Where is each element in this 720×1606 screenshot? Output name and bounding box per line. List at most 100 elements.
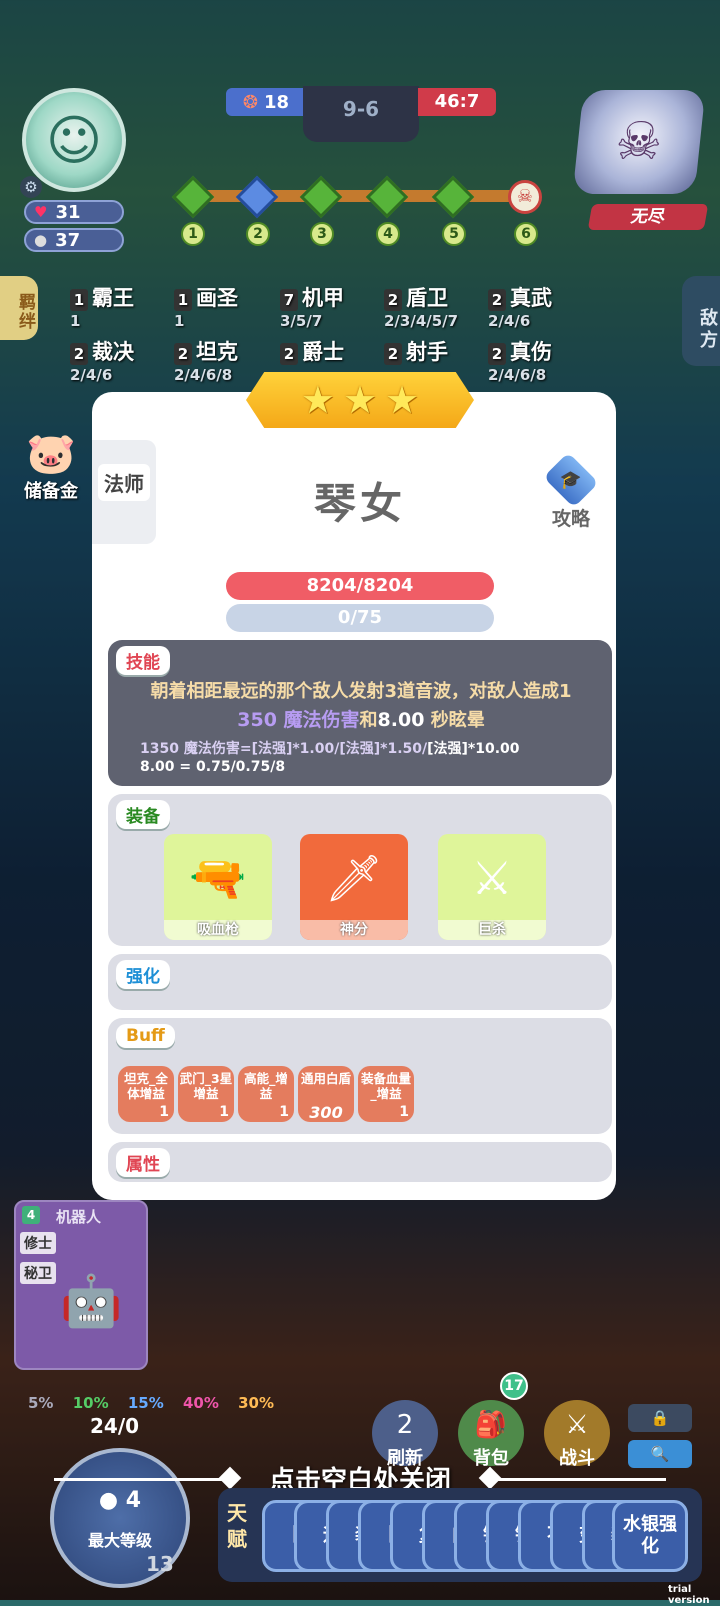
synergy-count: 2 [174, 343, 192, 365]
trial-watermark: trial version [668, 1584, 710, 1606]
crossed-swords-icon: ⚔ [565, 1410, 589, 1440]
settings-gear-icon[interactable]: ⚙ [20, 176, 42, 198]
synergy-name: 坦克 [196, 340, 238, 364]
enhance-title: 强化 [116, 960, 170, 989]
equipment-title: 装备 [116, 800, 170, 829]
synergy-item[interactable]: 7 机甲 3/5/7 [280, 282, 344, 330]
synergy-count: 2 [384, 343, 402, 365]
buff-chip[interactable]: 坦克_全体增益 1 [118, 1066, 174, 1122]
synergy-item[interactable]: 2 爵士 [280, 336, 344, 366]
synergy-item[interactable]: 2 射手 [384, 336, 448, 366]
synergy-item[interactable]: 2 真武 2/4/6 [488, 282, 552, 330]
piggy-bank-button[interactable]: 🐷 储备金 [16, 430, 86, 502]
buff-chip[interactable]: 武门_3星增益 1 [178, 1066, 234, 1122]
player-gold-value: 37 [55, 229, 81, 251]
refresh-icon: 2 [372, 1400, 438, 1450]
synergy-tab[interactable]: 羁绊 [0, 276, 38, 340]
synergy-item[interactable]: 2 盾卫 2/3/4/5/7 [384, 282, 458, 330]
left-score-value: 18 [264, 91, 290, 113]
buff-name: 高能_增益 [244, 1071, 288, 1101]
synergy-count: 2 [280, 343, 298, 365]
synergy-count: 2 [488, 343, 506, 365]
bench-unit-card[interactable]: 4 机器人 修士 秘卫 🤖 [14, 1200, 148, 1370]
refresh-button[interactable]: 2 刷新 [372, 1400, 438, 1469]
synergy-item[interactable]: 2 裁决 2/4/6 [70, 336, 134, 384]
synergy-count: 2 [384, 289, 402, 311]
player-level: 13 [146, 1552, 174, 1576]
player-avatar[interactable]: ☺ [22, 88, 126, 192]
buff-chip[interactable]: 高能_增益 1 [238, 1066, 294, 1122]
buff-chip[interactable]: 通用白盾 300 [298, 1066, 354, 1122]
buff-chip[interactable]: 装备血量_增益 1 [358, 1066, 414, 1122]
attributes-title: 属性 [116, 1148, 170, 1177]
synergy-count: 1 [174, 289, 192, 311]
left-score: ❂ 18 [226, 88, 306, 116]
skill-desc-text: 朝着相距最远的那个敌人发射3道音波，对敌人造成1 [150, 681, 572, 702]
refresh-cost: 2 [396, 1410, 414, 1440]
skill-stun-value: 8.00 [377, 709, 425, 731]
synergy-item[interactable]: 2 坦克 2/4/6/8 [174, 336, 238, 384]
buff-name: 武门_3星增益 [179, 1071, 233, 1101]
max-level-label: 最大等级 [87, 1531, 152, 1550]
guide-button[interactable]: 🎓 攻略 [536, 452, 606, 530]
stage-number: 3 [310, 222, 334, 246]
synergy-count: 1 [70, 289, 88, 311]
opponent-label: 无尽 [587, 204, 709, 230]
synergy-tiers: 2/4/6 [70, 366, 113, 384]
backpack-icon: 🎒 [474, 1410, 508, 1440]
equipment-slot[interactable]: 🔫 吸血枪 [164, 834, 272, 940]
buff-value: 1 [279, 1104, 289, 1120]
bag-badge: 17 [500, 1372, 528, 1400]
hero-name: 琴女 [313, 479, 406, 528]
odds-tier5: 30% [238, 1394, 275, 1412]
synergy-name: 爵士 [302, 340, 344, 364]
synergy-count: 2 [70, 343, 88, 365]
odds-tier2: 10% [72, 1394, 109, 1412]
class-tab: 法师 [92, 440, 156, 544]
unit-trait: 修士 [20, 1232, 56, 1254]
synergy-item[interactable]: 2 真伤 2/4/6/8 [488, 336, 552, 384]
shop-odds: 5% 10% 15% 40% 30% [28, 1394, 288, 1412]
buff-value: 1 [159, 1104, 169, 1120]
synergy-name: 裁决 [92, 340, 134, 364]
attributes-section: 属性 [108, 1142, 612, 1182]
synergy-item[interactable]: 1 画圣 1 [174, 282, 238, 330]
bag-button[interactable]: 🎒 背包 [458, 1400, 524, 1469]
buff-section: Buff 坦克_全体增益 1 武门_3星增益 1 高能_增益 1 通用白盾 300 装备… [108, 1018, 612, 1134]
battle-button[interactable]: ⚔ 战斗 [544, 1400, 610, 1469]
skill-formula-line1b: [法强]*10.00 [427, 741, 520, 757]
buff-value: 1 [399, 1104, 409, 1120]
skill-desc-end: 秒眩晕 [424, 710, 485, 731]
synergy-name: 真伤 [510, 340, 552, 364]
equipment-slot[interactable]: 🗡 神分 [300, 834, 408, 940]
equipment-slot[interactable]: ⚔ 巨杀 [438, 834, 546, 940]
buff-value: 1 [219, 1104, 229, 1120]
dagger-icon: 🗡 [324, 850, 384, 905]
lock-shop-button[interactable]: 🔒 [628, 1404, 692, 1432]
stage-number: 1 [181, 222, 205, 246]
skill-formula-line2: 8.00 = 0.75/0.75/8 [140, 759, 286, 775]
stage-boss-skull-icon: ☠ [508, 180, 542, 214]
odds-tier4: 40% [182, 1394, 219, 1412]
unit-trait: 秘卫 [20, 1262, 56, 1284]
talent-card[interactable]: 水银强化 [612, 1500, 688, 1572]
buff-value: 300 [309, 1103, 343, 1122]
synergy-tiers: 2/4/6/8 [488, 366, 547, 384]
skill-section: 技能 朝着相距最远的那个敌人发射3道音波，对敌人造成1 350 魔法伤害和8.0… [108, 640, 612, 786]
stage-number: 6 [514, 222, 538, 246]
buff-name: 通用白盾 [300, 1071, 351, 1086]
stage-number: 2 [246, 222, 270, 246]
stage-number: 4 [376, 222, 400, 246]
opponent-avatar[interactable]: ☠ [572, 90, 706, 194]
buff-name: 装备血量_增益 [360, 1071, 411, 1101]
skill-formula: 1350 魔法伤害=[法强]*1.00/[法强]*1.50/[法强]*10.00… [140, 740, 520, 776]
enemy-tab[interactable]: 敌方 [682, 276, 720, 366]
synergy-item[interactable]: 1 霸王 1 [70, 282, 134, 330]
synergy-name: 射手 [406, 340, 448, 364]
stage-number: 5 [442, 222, 466, 246]
heart-icon: ♥ [34, 203, 48, 221]
synergy-tiers: 1 [174, 312, 185, 330]
gun-icon: 🔫 [189, 850, 247, 905]
xp-text: 24/0 [90, 1414, 140, 1438]
player-gold-pill: ● 37 [24, 228, 124, 252]
